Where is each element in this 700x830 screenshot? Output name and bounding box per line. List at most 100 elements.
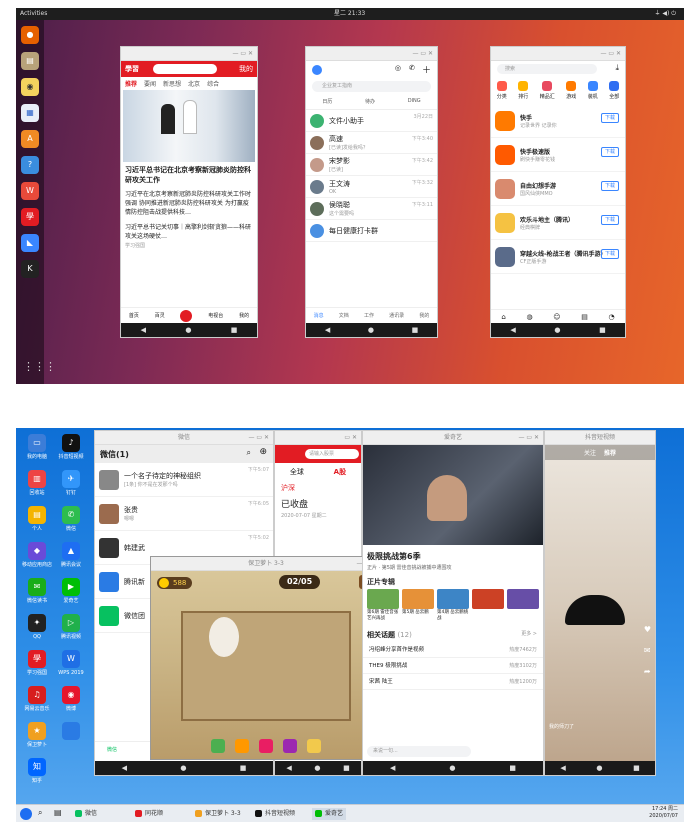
tab-following[interactable]: 关注 bbox=[584, 448, 596, 457]
window-titlebar[interactable]: — ▭ ✕ bbox=[121, 47, 257, 61]
category-item[interactable]: 分类 bbox=[496, 81, 507, 100]
tab-general[interactable]: 综合 bbox=[207, 79, 219, 88]
search-input[interactable]: 搜索 bbox=[497, 64, 597, 74]
tower-icon[interactable] bbox=[235, 739, 249, 753]
chat-item[interactable]: 张贵 嗯嗯 下午6:05 bbox=[95, 497, 273, 531]
episode-item[interactable] bbox=[472, 589, 504, 622]
chat-item[interactable]: 侯晓聪 这个需要吗 下午3:11 bbox=[306, 198, 437, 220]
window-titlebar[interactable]: ▭ ✕ bbox=[275, 431, 361, 445]
douyin-window[interactable]: 抖音短视频 关注 推荐 我的师刀了 ♥ ✉ ➦ ◀ ● ■ bbox=[544, 430, 656, 776]
search-input[interactable] bbox=[153, 64, 217, 74]
comment-icon[interactable]: ✉ bbox=[644, 646, 651, 655]
window-titlebar[interactable]: — ▭ ✕ bbox=[306, 47, 437, 61]
home-icon[interactable]: ● bbox=[180, 764, 186, 772]
nav-messages[interactable]: 消息 bbox=[314, 312, 324, 319]
nav-game-icon[interactable]: ◍ bbox=[526, 313, 532, 321]
desktop-icon[interactable]: W WPS 2019 bbox=[54, 650, 88, 676]
desktop-icon[interactable]: ♪ 抖音短视频 bbox=[54, 434, 88, 460]
desktop-icon[interactable]: ✦ QQ bbox=[20, 614, 54, 640]
tab-a-share[interactable]: A股 bbox=[334, 467, 346, 477]
desktop-icon[interactable]: ✆ 微信 bbox=[54, 506, 88, 532]
like-icon[interactable]: ♥ bbox=[644, 625, 651, 634]
app-icon[interactable]: ◣ bbox=[21, 234, 39, 252]
recents-icon[interactable]: ■ bbox=[633, 764, 640, 772]
tower-icon[interactable] bbox=[307, 739, 321, 753]
app-item[interactable]: 穿越火线-枪战王者（腾讯手游） CF正版手游 下载 bbox=[491, 240, 625, 274]
desktop-icon[interactable]: ◆ 移动应用商店 bbox=[20, 542, 54, 568]
back-icon[interactable]: ◀ bbox=[286, 764, 291, 772]
app-item[interactable]: 快手极速版 刷快手赚零花钱 下载 bbox=[491, 138, 625, 172]
back-icon[interactable]: ◀ bbox=[560, 764, 565, 772]
news-app-window[interactable]: — ▭ ✕ 學習 我的 推荐 要闻 新思想 北京 综合 习近平总书记在北京考察新… bbox=[120, 46, 258, 338]
nav-docs[interactable]: 文档 bbox=[339, 312, 349, 319]
todo-button[interactable]: 待办 bbox=[365, 98, 375, 105]
chat-item[interactable]: 每日健康打卡群 bbox=[306, 220, 437, 242]
tab-news[interactable]: 要闻 bbox=[144, 79, 156, 88]
desktop-icon[interactable]: ✉ 微信读书 bbox=[20, 578, 54, 604]
window-titlebar[interactable]: 保卫萝卜 3-3— ▭ ✕ bbox=[151, 557, 381, 571]
home-icon[interactable]: ● bbox=[554, 326, 560, 334]
recents-icon[interactable]: ■ bbox=[599, 326, 606, 334]
headline-3[interactable]: 习近平总书记关切事｜高擎利剑斩贪狼——科研攻关这场硬仗… bbox=[121, 219, 257, 241]
download-button[interactable]: 下载 bbox=[601, 181, 619, 191]
activities-button[interactable]: Activities bbox=[20, 8, 47, 20]
desktop-icon[interactable]: 學学习强国 bbox=[20, 650, 54, 676]
taskbar-item[interactable]: 同花顺 bbox=[132, 808, 166, 820]
system-tray-icon[interactable]: ⏚ ◀) ⏻ bbox=[654, 8, 676, 20]
episode-item[interactable]: 第6期 雷佳音张艺兴再战 bbox=[367, 589, 399, 622]
iqiyi-window[interactable]: 爱奇艺 — ▭ ✕ 极限挑战第6季 正片 · 第5期 雷佳音挑战被捕中遭围攻 正片… bbox=[362, 430, 544, 776]
game-board[interactable] bbox=[181, 611, 351, 721]
nav-home[interactable]: 首页 bbox=[129, 312, 139, 319]
camera-icon[interactable]: ◎ bbox=[395, 64, 401, 72]
window-titlebar[interactable]: — ▭ ✕ bbox=[491, 47, 625, 61]
episode-item[interactable]: 第4期 岳云鹏挑战 bbox=[437, 589, 469, 622]
add-icon[interactable]: ＋ bbox=[422, 63, 431, 76]
market-label[interactable]: 沪深 bbox=[275, 481, 361, 495]
help-icon[interactable]: ? bbox=[21, 156, 39, 174]
kylin-icon[interactable]: K bbox=[21, 260, 39, 278]
taskbar-item[interactable]: 爱奇艺 bbox=[312, 808, 347, 820]
search-icon[interactable]: ⌕ bbox=[38, 808, 42, 818]
software-icon[interactable]: A bbox=[21, 130, 39, 148]
tab-global[interactable]: 全球 bbox=[290, 467, 304, 477]
calendar-button[interactable]: 日历 bbox=[322, 98, 332, 105]
download-button[interactable]: 下载 bbox=[601, 147, 619, 157]
tower-icon[interactable] bbox=[259, 739, 273, 753]
nav-bailing[interactable]: 百灵 bbox=[155, 312, 165, 319]
news-photo[interactable] bbox=[123, 90, 255, 162]
recents-icon[interactable]: ■ bbox=[412, 326, 419, 334]
phone-icon[interactable]: ✆ bbox=[409, 64, 415, 72]
recents-icon[interactable]: ■ bbox=[231, 326, 238, 334]
tab-beijing[interactable]: 北京 bbox=[188, 79, 200, 88]
category-item[interactable]: 排行 bbox=[518, 81, 528, 100]
wps-icon[interactable]: W bbox=[21, 182, 39, 200]
download-manager-icon[interactable]: ⤓ bbox=[615, 63, 619, 73]
home-icon[interactable]: ● bbox=[185, 326, 191, 334]
headline-2[interactable]: 习近平在北京考察新冠肺炎防控科研攻关工作时强调 协同推进新冠肺炎防控科研攻关 为… bbox=[121, 188, 257, 219]
start-menu-icon[interactable] bbox=[20, 808, 32, 820]
episode-item[interactable] bbox=[507, 589, 539, 622]
desktop-icon[interactable]: ★ 保卫萝卜 bbox=[20, 722, 54, 748]
nav-home-icon[interactable]: ⌂ bbox=[501, 313, 505, 321]
category-item[interactable]: 装机 bbox=[587, 81, 598, 100]
taskbar-item[interactable]: 保卫萝卜 3-3 bbox=[192, 808, 244, 820]
window-titlebar[interactable]: 爱奇艺 — ▭ ✕ bbox=[363, 431, 543, 445]
video-feed[interactable]: 关注 推荐 我的师刀了 ♥ ✉ ➦ bbox=[545, 445, 655, 763]
game-window[interactable]: 保卫萝卜 3-3— ▭ ✕ 588 02/05 Ⅱ bbox=[150, 556, 382, 760]
category-item[interactable]: 全部 bbox=[609, 81, 619, 100]
back-icon[interactable]: ◀ bbox=[122, 764, 127, 772]
home-icon[interactable]: ● bbox=[449, 764, 455, 772]
topic-row[interactable]: THE9 极限挑战 热度3102万 bbox=[363, 658, 543, 674]
search-input[interactable]: 请输入股票 bbox=[305, 449, 359, 459]
chat-item[interactable]: 文件小助手 3月22日 bbox=[306, 110, 437, 132]
app-item[interactable]: 快手 记录世界 记录你 下载 bbox=[491, 104, 625, 138]
dingtalk-app-window[interactable]: — ▭ ✕ ＋ ✆ ◎ 企业复工指南 日历 待办 DING 文件小助手 3月22日… bbox=[305, 46, 438, 338]
taskbar-item[interactable]: 微信 bbox=[72, 808, 100, 820]
topic-row[interactable]: 宋茜 陆王 热度1200万 bbox=[363, 674, 543, 690]
desktop-icon[interactable]: 知知乎 bbox=[20, 758, 54, 784]
tower-icon[interactable] bbox=[211, 739, 225, 753]
category-item[interactable]: 精品汇 bbox=[540, 81, 555, 100]
nav-me[interactable]: 我的 bbox=[239, 312, 249, 319]
category-item[interactable]: 游戏 bbox=[566, 81, 576, 100]
episode-item[interactable]: 第5期 岳云鹏 bbox=[402, 589, 434, 622]
